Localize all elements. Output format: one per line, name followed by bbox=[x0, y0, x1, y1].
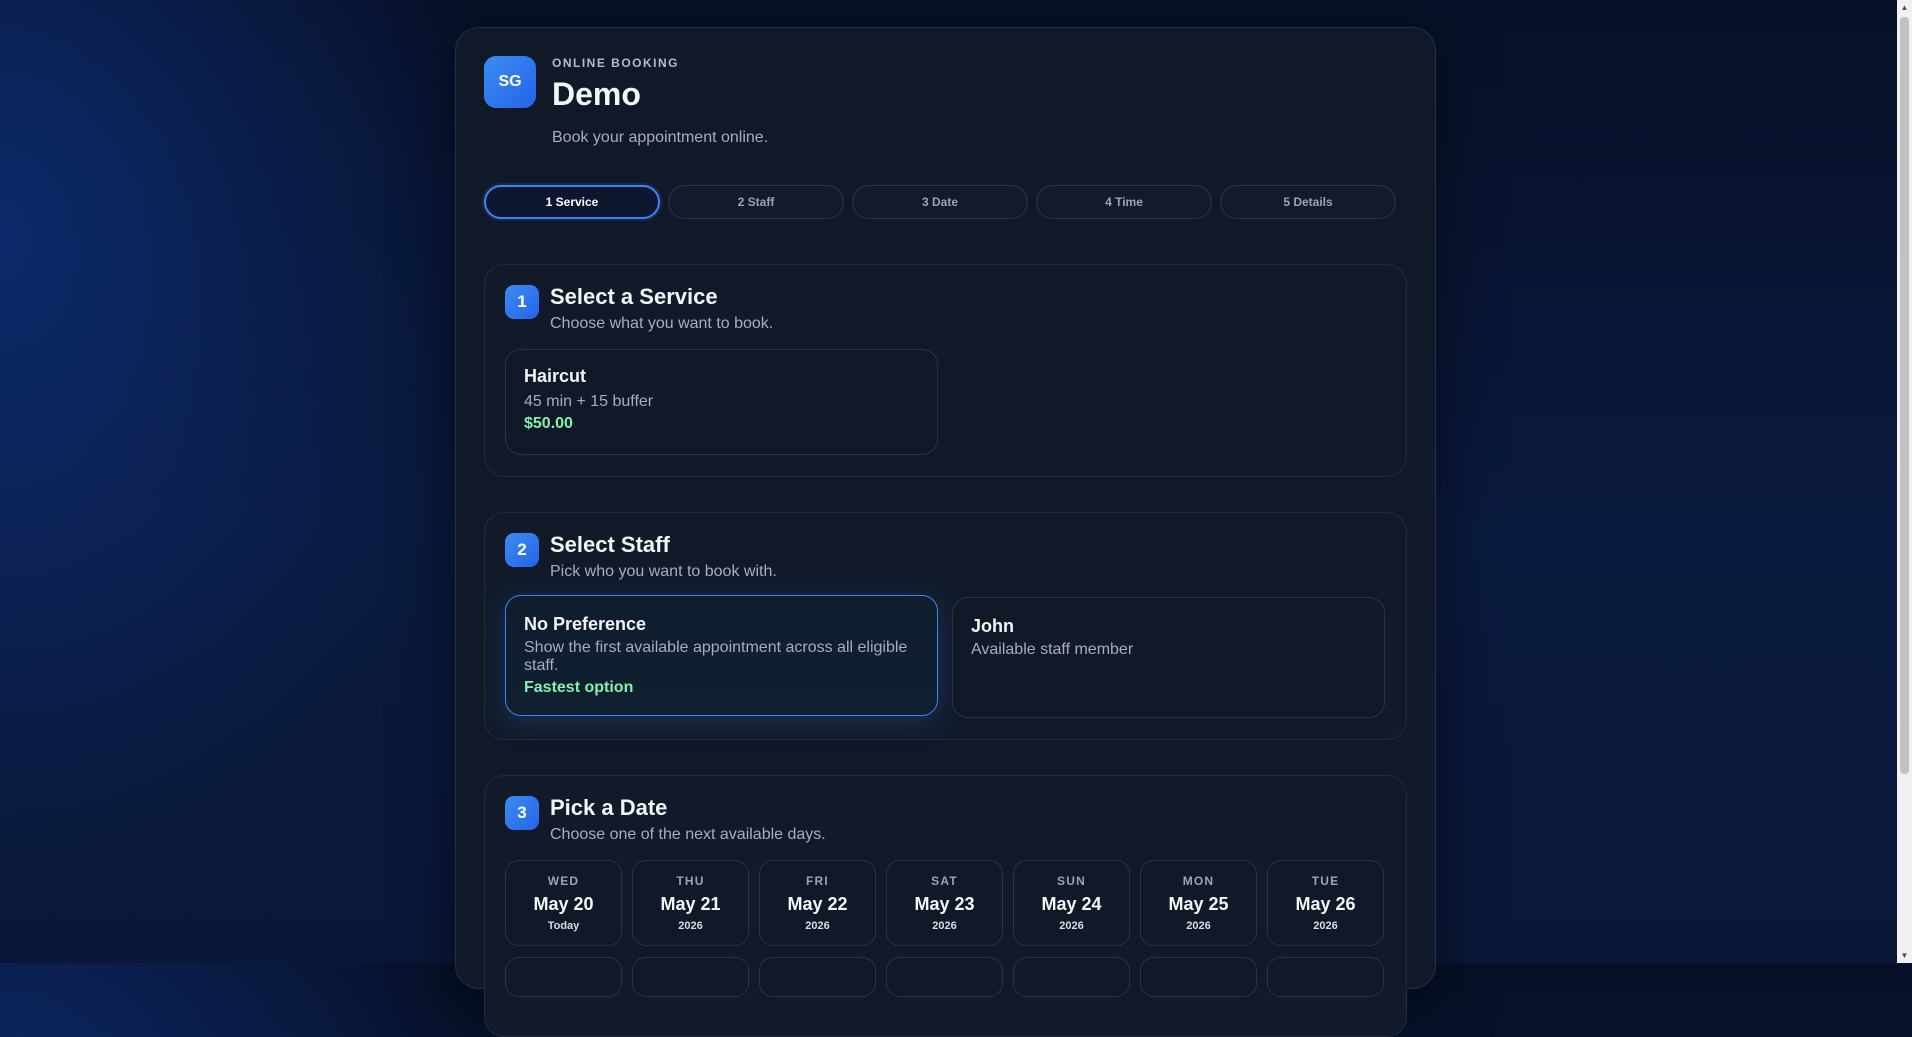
page-subtitle: Book your appointment online. bbox=[552, 129, 769, 146]
date-grid: WED May 20 Today THU May 21 2026 FRI May… bbox=[505, 860, 1384, 946]
date-weekday: SAT bbox=[931, 874, 958, 888]
staff-description: Available staff member bbox=[971, 641, 1134, 658]
date-sublabel: 2026 bbox=[932, 920, 957, 932]
page-title: Demo bbox=[552, 76, 641, 112]
date-option[interactable]: MON May 25 2026 bbox=[1140, 860, 1257, 946]
date-option-partial[interactable] bbox=[632, 957, 749, 997]
date-value: May 25 bbox=[1168, 894, 1229, 914]
section-subtitle: Choose what you want to book. bbox=[550, 315, 774, 332]
date-sublabel: 2026 bbox=[805, 920, 830, 932]
date-value: May 26 bbox=[1295, 894, 1356, 914]
date-sublabel: 2026 bbox=[1059, 920, 1084, 932]
staff-name: No Preference bbox=[524, 614, 647, 634]
scrollbar-thumb[interactable] bbox=[1900, 17, 1909, 774]
date-option[interactable]: THU May 21 2026 bbox=[632, 860, 749, 946]
logo-initials: SG bbox=[498, 73, 522, 90]
service-duration: 45 min + 15 buffer bbox=[524, 393, 654, 410]
scroll-down-arrow-icon[interactable]: ▼ bbox=[1897, 948, 1912, 963]
date-option-partial[interactable] bbox=[1013, 957, 1130, 997]
scroll-up-arrow-icon[interactable]: ▲ bbox=[1897, 0, 1912, 15]
date-value: May 20 bbox=[533, 894, 594, 914]
eyebrow-label: ONLINE BOOKING bbox=[552, 56, 680, 70]
staff-name: John bbox=[971, 616, 1014, 636]
step-number-badge: 3 bbox=[505, 796, 539, 830]
date-option-partial[interactable] bbox=[1140, 957, 1257, 997]
step-number-badge: 2 bbox=[505, 533, 539, 567]
date-value: May 23 bbox=[914, 894, 975, 914]
booking-card: SG ONLINE BOOKING Demo Book your appoint… bbox=[455, 27, 1436, 1037]
date-value: May 22 bbox=[787, 894, 848, 914]
date-option-partial[interactable] bbox=[886, 957, 1003, 997]
page-scrollbar[interactable]: ▲ ▼ bbox=[1897, 0, 1912, 963]
date-option-partial[interactable] bbox=[1267, 957, 1384, 997]
fastest-option-tag: Fastest option bbox=[524, 679, 634, 696]
step-number-badge: 1 bbox=[505, 285, 539, 319]
date-option[interactable]: SUN May 24 2026 bbox=[1013, 860, 1130, 946]
step-tabs: 1 Service 2 Staff 3 Date 4 Time 5 Detail… bbox=[484, 185, 1396, 219]
date-sublabel: Today bbox=[547, 920, 580, 932]
date-weekday: TUE bbox=[1311, 874, 1340, 888]
date-sublabel: 2026 bbox=[1313, 920, 1338, 932]
date-weekday: SUN bbox=[1057, 874, 1086, 888]
service-section: 1 Select a Service Choose what you want … bbox=[484, 264, 1407, 477]
date-option[interactable]: TUE May 26 2026 bbox=[1267, 860, 1384, 946]
date-value: May 24 bbox=[1041, 894, 1102, 914]
step-tab-date[interactable]: 3 Date bbox=[852, 185, 1028, 219]
date-weekday: FRI bbox=[806, 874, 829, 888]
date-value: May 21 bbox=[660, 894, 721, 914]
section-title: Select a Service bbox=[550, 284, 718, 309]
step-tab-details[interactable]: 5 Details bbox=[1220, 185, 1396, 219]
section-title: Pick a Date bbox=[550, 795, 668, 820]
step-tab-staff[interactable]: 2 Staff bbox=[668, 185, 844, 219]
date-weekday: MON bbox=[1182, 874, 1215, 888]
date-grid-next-row bbox=[505, 957, 1384, 997]
date-option[interactable]: SAT May 23 2026 bbox=[886, 860, 1003, 946]
service-price: $50.00 bbox=[524, 415, 573, 432]
date-option-partial[interactable] bbox=[759, 957, 876, 997]
date-option[interactable]: WED May 20 Today bbox=[505, 860, 622, 946]
step-tab-time[interactable]: 4 Time bbox=[1036, 185, 1212, 219]
section-subtitle: Choose one of the next available days. bbox=[550, 826, 826, 843]
date-weekday: THU bbox=[676, 874, 705, 888]
staff-description: Show the first available appointment acr… bbox=[524, 639, 908, 674]
date-section: 3 Pick a Date Choose one of the next ava… bbox=[484, 775, 1407, 1037]
staff-option-john[interactable]: John Available staff member bbox=[952, 597, 1385, 718]
date-sublabel: 2026 bbox=[1186, 920, 1211, 932]
step-tab-service[interactable]: 1 Service bbox=[484, 185, 660, 219]
date-option[interactable]: FRI May 22 2026 bbox=[759, 860, 876, 946]
section-title: Select Staff bbox=[550, 532, 670, 557]
section-subtitle: Pick who you want to book with. bbox=[550, 563, 777, 580]
date-weekday: WED bbox=[547, 874, 580, 888]
staff-section: 2 Select Staff Pick who you want to book… bbox=[484, 512, 1407, 740]
date-option-partial[interactable] bbox=[505, 957, 622, 997]
staff-option-no-preference[interactable]: No Preference Show the first available a… bbox=[505, 595, 938, 716]
business-logo: SG bbox=[484, 56, 536, 108]
service-option-haircut[interactable]: Haircut 45 min + 15 buffer $50.00 bbox=[505, 349, 938, 455]
service-name: Haircut bbox=[524, 366, 587, 386]
date-sublabel: 2026 bbox=[678, 920, 703, 932]
